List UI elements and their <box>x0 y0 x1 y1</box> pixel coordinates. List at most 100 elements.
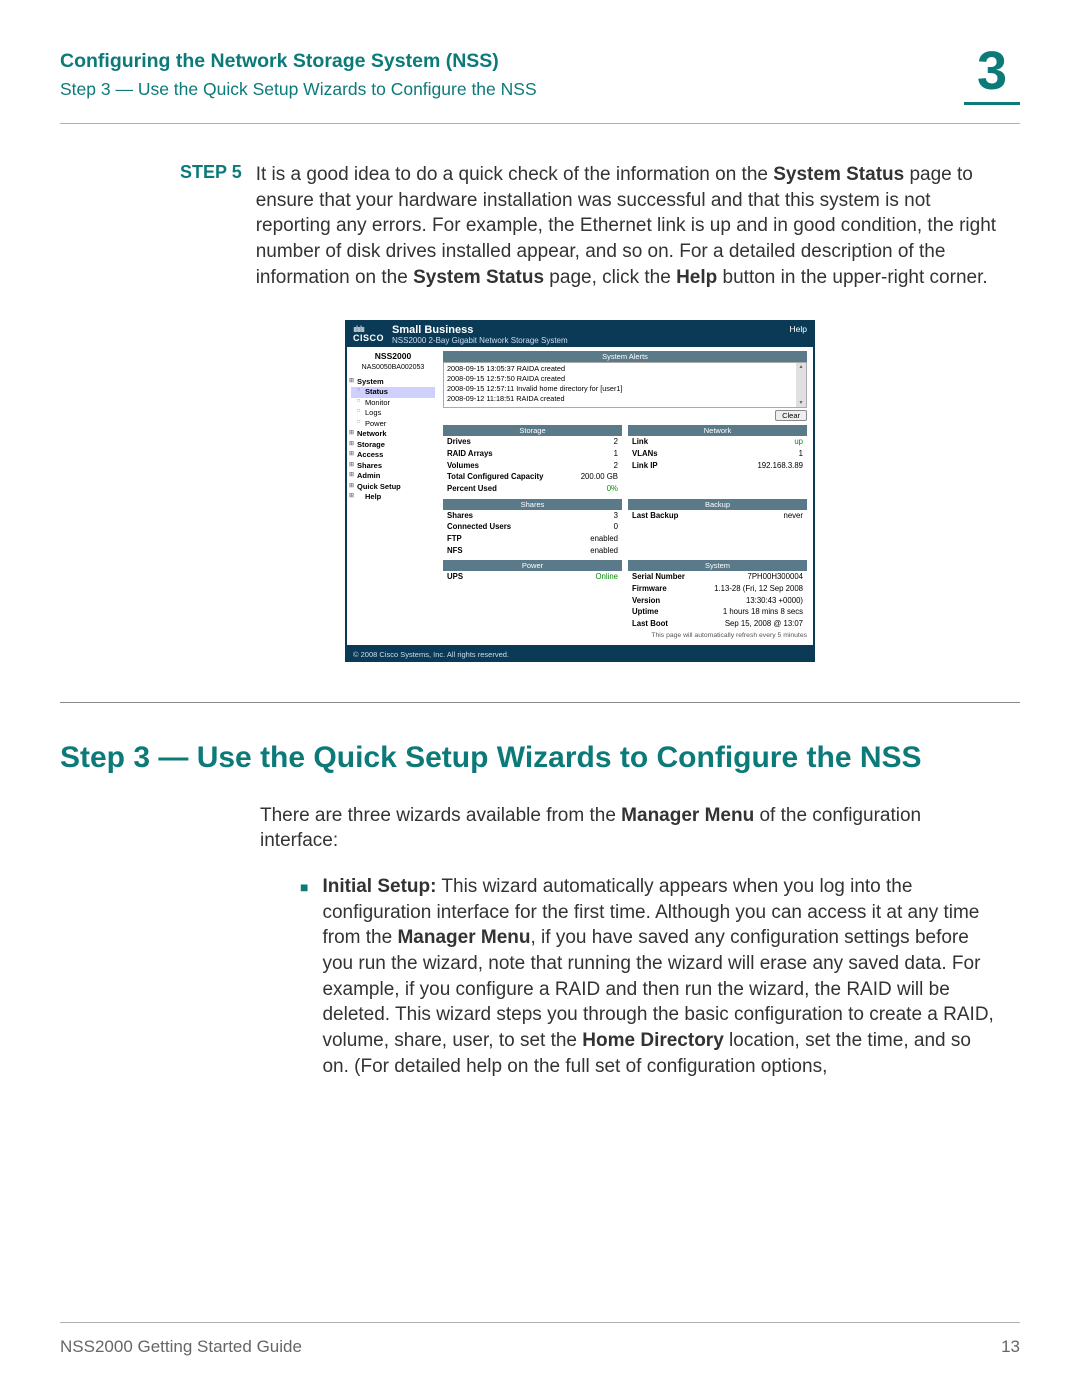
kv-k: FTP <box>447 533 462 545</box>
kv-v: 1 <box>614 448 618 460</box>
section-network-header: Network <box>628 425 807 436</box>
kv-k: Firmware Version <box>632 583 693 606</box>
kv-v: 3 <box>614 510 618 522</box>
kv-k: Last Boot <box>632 618 668 630</box>
section-storage-header: Storage <box>443 425 622 436</box>
step5-block: STEP 5 It is a good idea to do a quick c… <box>180 162 1000 290</box>
nav-shares[interactable]: Shares <box>351 461 435 472</box>
kv-v: up <box>794 436 803 448</box>
section-backup-header: Backup <box>628 499 807 510</box>
kv-k: Total Configured Capacity <box>447 471 543 483</box>
device-model: NSS2000 <box>351 351 435 363</box>
kv-v: 0 <box>614 521 618 533</box>
kv-k: RAID Arrays <box>447 448 493 460</box>
bold: Help <box>676 267 717 288</box>
text: It is a good idea to do a quick check of… <box>256 164 774 185</box>
nav-monitor[interactable]: Monitor <box>351 398 435 409</box>
section-shares-header: Shares <box>443 499 622 510</box>
text: page, click the <box>544 267 676 288</box>
device-id: NAS0050BA002053 <box>351 363 435 373</box>
nav-sidebar: NSS2000 NAS0050BA002053 System Status Mo… <box>347 347 439 645</box>
chapter-subtitle: Step 3 — Use the Quick Setup Wizards to … <box>60 79 964 100</box>
kv-k: Last Backup <box>632 510 678 522</box>
alert-row: 2008-09-15 12:57:50 RAIDA created <box>447 374 803 384</box>
screenshot-copyright: © 2008 Cisco Systems, Inc. All rights re… <box>345 647 815 662</box>
help-link[interactable]: Help <box>790 324 807 334</box>
nav-admin[interactable]: Admin <box>351 471 435 482</box>
bold: System Status <box>413 267 544 288</box>
kv-v: 2 <box>614 460 618 472</box>
bold: Initial Setup: <box>322 876 436 897</box>
kv-k: Drives <box>447 436 471 448</box>
kv-k: UPS <box>447 571 463 583</box>
section-power-header: Power <box>443 560 622 571</box>
cisco-logo: ıılıılıı CISCO <box>353 324 384 343</box>
alert-row: 2008-09-15 12:57:11 Invalid home directo… <box>447 384 803 394</box>
system-status-screenshot: ıılıılıı CISCO Small Business NSS2000 2-… <box>345 320 1020 662</box>
alert-row: 2008-09-15 13:05:37 RAIDA created <box>447 364 803 374</box>
section-system-header: System <box>628 560 807 571</box>
kv-v: Online <box>595 571 618 583</box>
kv-v: 2 <box>614 436 618 448</box>
bold: Home Directory <box>582 1030 724 1051</box>
section-divider <box>60 702 1020 703</box>
step5-label: STEP 5 <box>180 162 242 290</box>
text: There are three wizards available from t… <box>260 805 621 826</box>
refresh-note: This page will automatically refresh eve… <box>628 632 807 639</box>
footer-guide-name: NSS2000 Getting Started Guide <box>60 1337 302 1357</box>
kv-v: 7PH00H300004 <box>748 571 804 583</box>
kv-k: Connected Users <box>447 521 511 533</box>
kv-v: never <box>783 510 803 522</box>
kv-k: NFS <box>447 545 463 557</box>
nav-help[interactable]: Help <box>351 492 435 503</box>
kv-v: 1 hours 18 mins 8 secs <box>723 606 803 618</box>
section-heading: Step 3 — Use the Quick Setup Wizards to … <box>60 741 1020 775</box>
kv-v: enabled <box>590 533 618 545</box>
bullet-body: Initial Setup: This wizard automatically… <box>322 874 1000 1079</box>
bullet-icon: ■ <box>300 874 308 1079</box>
kv-v: 1 <box>799 448 803 460</box>
kv-k: Volumes <box>447 460 479 472</box>
nav-quick-setup[interactable]: Quick Setup <box>351 482 435 493</box>
kv-v: enabled <box>590 545 618 557</box>
brand-line1: Small Business <box>392 324 568 336</box>
scrollbar[interactable] <box>796 363 806 407</box>
text: button in the upper-right corner. <box>717 267 987 288</box>
bullet-initial-setup: ■ Initial Setup: This wizard automatical… <box>300 874 1000 1079</box>
nav-system[interactable]: System <box>351 377 435 388</box>
kv-v: 192.168.3.89 <box>757 460 803 472</box>
kv-v: 0% <box>607 483 618 495</box>
alert-row: 2008-09-12 11:18:51 RAIDA created <box>447 394 803 404</box>
nav-network[interactable]: Network <box>351 429 435 440</box>
chapter-number: 3 <box>964 44 1020 98</box>
nav-logs[interactable]: Logs <box>351 408 435 419</box>
kv-k: Link IP <box>632 460 658 472</box>
bold: System Status <box>773 164 904 185</box>
footer-page-number: 13 <box>1001 1337 1020 1357</box>
chapter-number-box: 3 <box>964 44 1020 105</box>
kv-k: Link <box>632 436 648 448</box>
kv-v: 200.00 GB <box>581 471 618 483</box>
step5-body: It is a good idea to do a quick check of… <box>256 162 1000 290</box>
intro-paragraph: There are three wizards available from t… <box>260 803 1000 854</box>
nav-storage[interactable]: Storage <box>351 440 435 451</box>
chapter-title: Configuring the Network Storage System (… <box>60 50 964 73</box>
section-alerts-header: System Alerts <box>443 351 807 362</box>
kv-k: Serial Number <box>632 571 685 583</box>
kv-k: Percent Used <box>447 483 497 495</box>
kv-k: Shares <box>447 510 473 522</box>
bold: Manager Menu <box>621 805 754 826</box>
nav-power[interactable]: Power <box>351 419 435 430</box>
kv-k: Uptime <box>632 606 658 618</box>
page-footer: NSS2000 Getting Started Guide 13 <box>60 1322 1020 1357</box>
nav-access[interactable]: Access <box>351 450 435 461</box>
kv-k: VLANs <box>632 448 658 460</box>
brand-line2: NSS2000 2-Bay Gigabit Network Storage Sy… <box>392 336 568 345</box>
alerts-box: 2008-09-15 13:05:37 RAIDA created 2008-0… <box>443 362 807 408</box>
nav-status[interactable]: Status <box>351 387 435 398</box>
clear-button[interactable]: Clear <box>775 410 807 421</box>
kv-v: Sep 15, 2008 @ 13:07 <box>725 618 803 630</box>
bold: Manager Menu <box>397 927 530 948</box>
kv-v: 1.13-28 (Fri, 12 Sep 2008 13:30:43 +0000… <box>693 583 803 606</box>
page-header: Configuring the Network Storage System (… <box>60 50 1020 124</box>
